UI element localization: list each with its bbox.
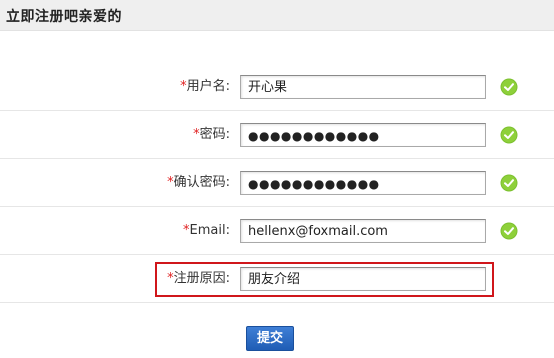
password-label-text: 密码: bbox=[199, 127, 230, 142]
email-value: hellenx@foxmail.com bbox=[248, 224, 388, 239]
register-page: 立即注册吧亲爱的 *用户名: 开心果 *密码: ●●●●●●●●●●●● *确认… bbox=[0, 0, 554, 358]
username-value: 开心果 bbox=[248, 80, 288, 95]
confirm-password-value: ●●●●●●●●●●●● bbox=[248, 177, 380, 191]
email-label-text: Email: bbox=[189, 223, 230, 238]
check-circle-icon bbox=[500, 174, 518, 192]
password-input[interactable]: ●●●●●●●●●●●● bbox=[240, 123, 486, 147]
form-row-confirm-password: *确认密码: ●●●●●●●●●●●● bbox=[0, 159, 554, 207]
password-value: ●●●●●●●●●●●● bbox=[248, 129, 380, 143]
row-divider bbox=[0, 302, 554, 303]
confirm-password-input[interactable]: ●●●●●●●●●●●● bbox=[240, 171, 486, 195]
form-row-email: *Email: hellenx@foxmail.com bbox=[0, 207, 554, 255]
email-input[interactable]: hellenx@foxmail.com bbox=[240, 219, 486, 243]
email-label: *Email: bbox=[183, 221, 230, 241]
check-circle-icon bbox=[500, 126, 518, 144]
check-circle-icon bbox=[500, 222, 518, 240]
username-label-text: 用户名: bbox=[186, 79, 230, 94]
confirm-password-label-text: 确认密码: bbox=[173, 175, 230, 190]
form-row-password: *密码: ●●●●●●●●●●●● bbox=[0, 111, 554, 159]
username-input[interactable]: 开心果 bbox=[240, 75, 486, 99]
check-circle-icon bbox=[500, 78, 518, 96]
password-label: *密码: bbox=[193, 125, 230, 145]
page-header: 立即注册吧亲爱的 bbox=[0, 0, 554, 31]
username-label: *用户名: bbox=[180, 77, 230, 97]
form-row-username: *用户名: 开心果 bbox=[0, 63, 554, 111]
reason-highlight-frame bbox=[155, 262, 494, 297]
page-title: 立即注册吧亲爱的 bbox=[6, 9, 122, 25]
submit-button[interactable]: 提交 bbox=[246, 326, 294, 351]
confirm-password-label: *确认密码: bbox=[167, 173, 230, 193]
